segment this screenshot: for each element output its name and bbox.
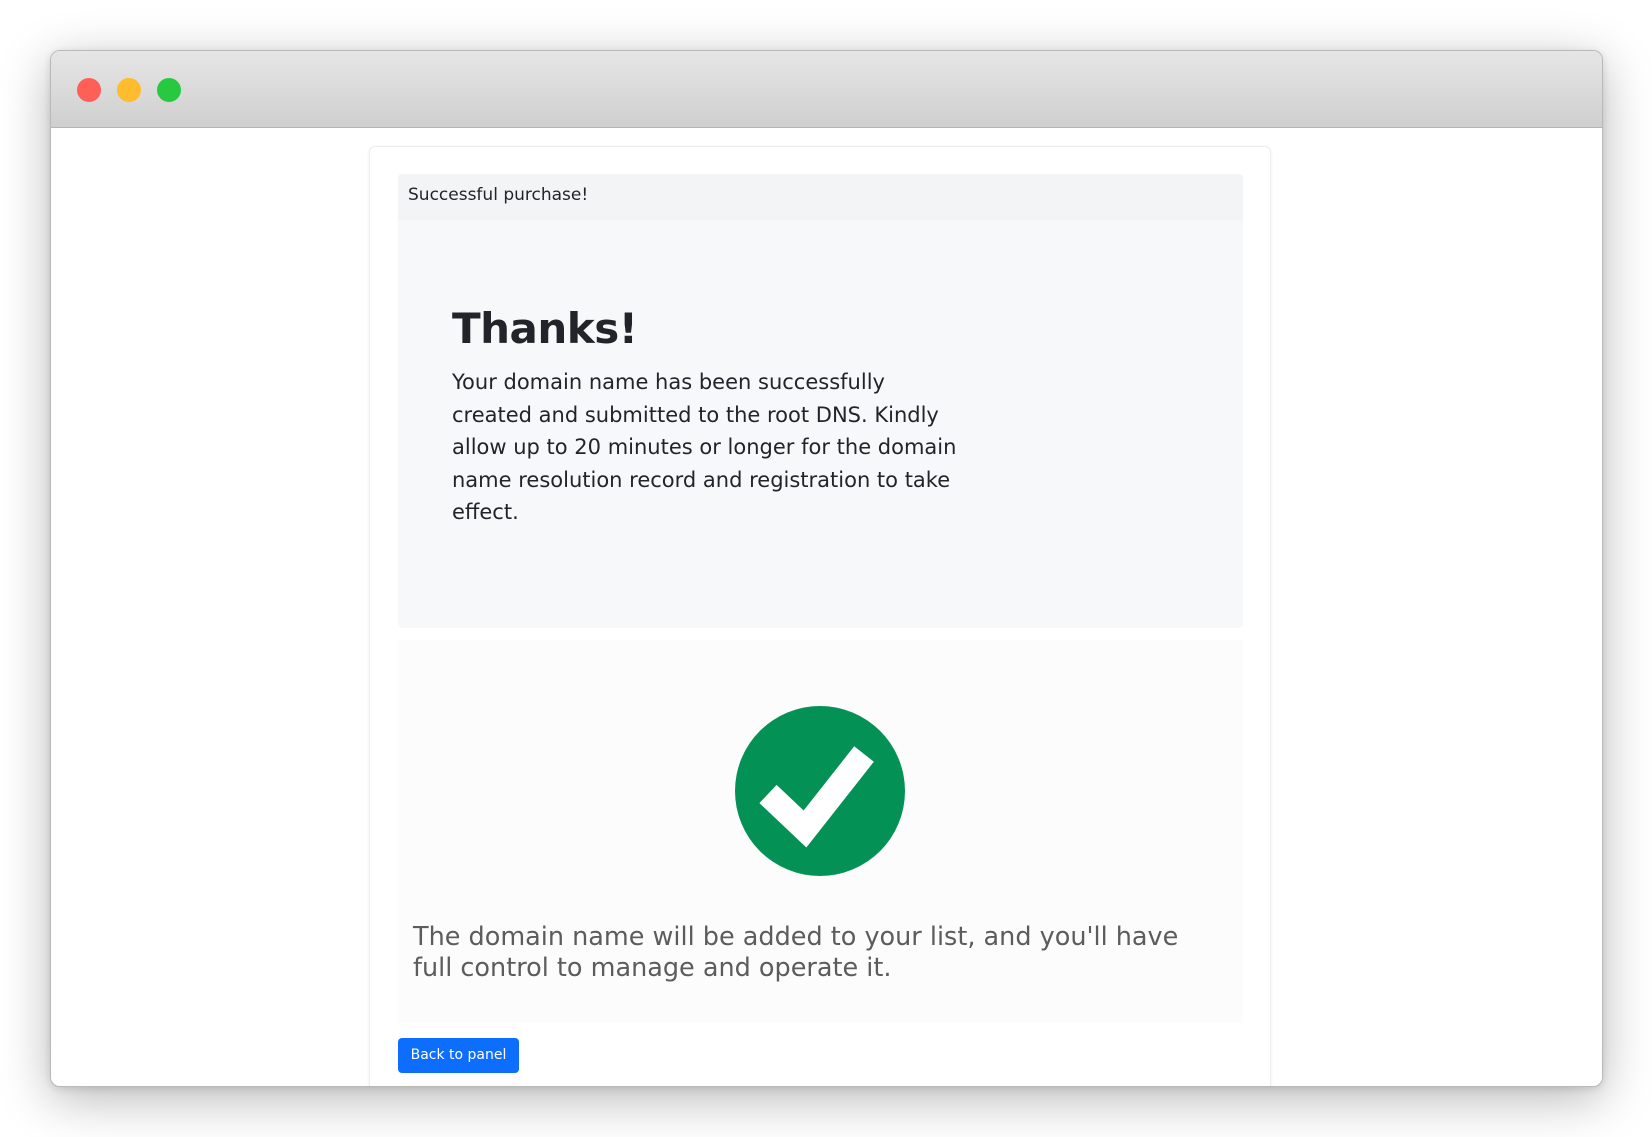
maximize-window-icon[interactable] [157,78,181,102]
browser-window: Successful purchase! Thanks! Your domain… [50,50,1603,1087]
check-circle-icon [735,706,905,876]
back-to-panel-button[interactable]: Back to panel [398,1038,519,1073]
minimize-window-icon[interactable] [117,78,141,102]
status-note: The domain name will be added to your li… [413,922,1179,983]
panel-header-text: Successful purchase! [408,185,589,205]
panel-header: Successful purchase! [398,174,1243,220]
purchase-card: Successful purchase! Thanks! Your domain… [369,146,1271,1086]
title-bar [51,51,1602,128]
thanks-panel: Successful purchase! Thanks! Your domain… [398,174,1243,628]
page-content: Successful purchase! Thanks! Your domain… [51,128,1602,1086]
close-window-icon[interactable] [77,78,101,102]
status-panel: The domain name will be added to your li… [398,640,1243,1023]
thanks-message: Your domain name has been successfully c… [452,370,957,524]
thanks-title: Thanks! [452,304,638,353]
